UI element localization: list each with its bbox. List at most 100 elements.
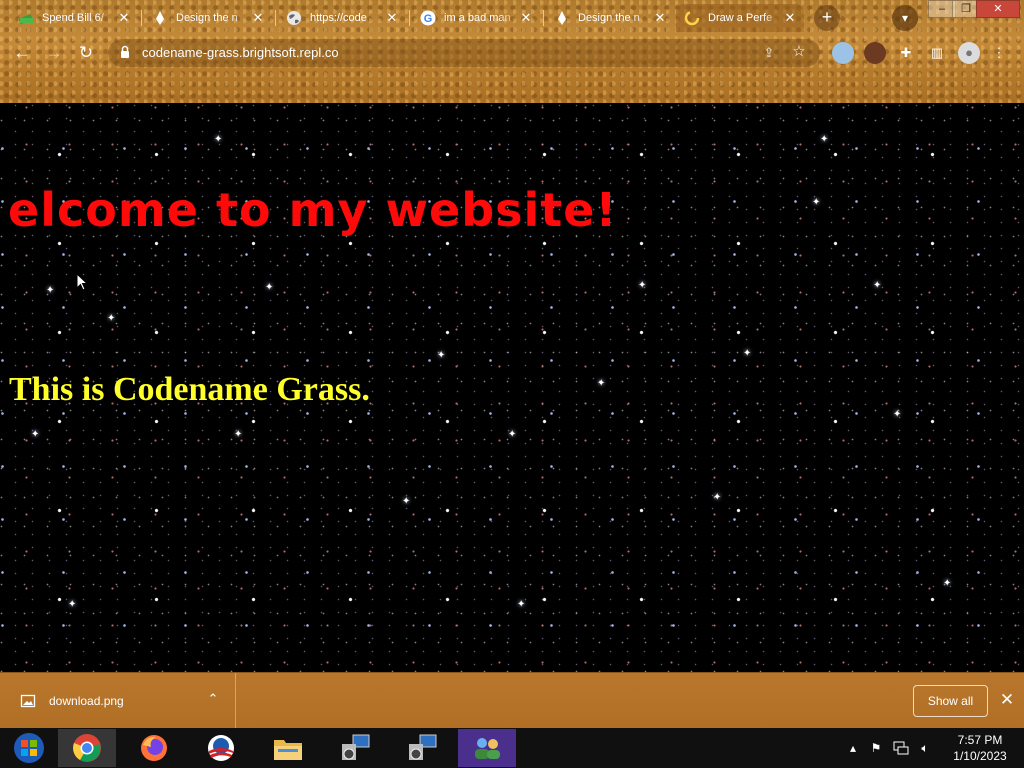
forward-arrow-icon[interactable]: → (41, 40, 67, 66)
lock-icon (118, 45, 132, 59)
taskbar: ▴ ⚑ 🔈︎ 7:57 PM 1/10/2023 (0, 728, 1024, 768)
star-sparkle: ✦ (46, 285, 55, 296)
chrome-taskbar-button[interactable] (58, 729, 116, 767)
star-sparkle: ✦ (31, 429, 40, 440)
tab-title: Design the n (578, 12, 640, 24)
mouse-cursor-icon (76, 273, 88, 291)
tab-search-button[interactable]: ▾ (892, 5, 918, 31)
google-icon: G (420, 10, 436, 26)
share-icon[interactable]: ⇪ (760, 44, 778, 62)
money-stack-icon (18, 10, 34, 26)
back-arrow-icon[interactable]: ← (9, 40, 35, 66)
star-sparkle: ✦ (893, 409, 902, 420)
clock-date: 1/10/2023 (953, 749, 1007, 763)
welcome-heading: elcome to my website! (8, 183, 618, 237)
start-orb-icon (14, 733, 44, 763)
reload-icon[interactable]: ↻ (73, 40, 99, 66)
tab-1[interactable]: Spend Bill 6/ ✕ (10, 4, 138, 32)
network-setup-button[interactable] (326, 729, 384, 767)
address-bar[interactable]: codename-grass.brightsoft.repl.co ⇪ ☆ (108, 39, 820, 67)
svg-text:G: G (424, 13, 433, 25)
star-sparkle: ✦ (638, 280, 647, 291)
close-shelf-icon[interactable]: ✕ (996, 689, 1018, 711)
network-setup-icon-2 (409, 734, 437, 760)
star-sparkle: ✦ (214, 134, 223, 145)
star-sparkle: ✦ (743, 348, 752, 359)
start-button[interactable] (0, 729, 58, 767)
star-sparkle: ✦ (68, 599, 77, 610)
network-setup-icon (342, 734, 370, 760)
firefox-taskbar-button[interactable] (125, 729, 183, 767)
tab-separator (141, 10, 142, 26)
chrome-icon (73, 734, 101, 762)
chevron-up-icon[interactable]: ⌃ (204, 691, 222, 707)
file-explorer-icon (274, 740, 302, 760)
star-sparkle: ✦ (943, 578, 952, 589)
url-text: codename-grass.brightsoft.repl.co (142, 45, 339, 60)
download-shelf: download.png ⌃ Show all ✕ (0, 672, 1024, 729)
star-sparkle: ✦ (107, 313, 116, 324)
file-explorer-button[interactable] (259, 729, 317, 767)
star-sparkle: ✦ (713, 492, 722, 503)
star-sparkle: ✦ (234, 429, 243, 440)
download-item[interactable]: download.png ⌃ (0, 673, 236, 729)
tray-expand-icon[interactable]: ▴ (846, 728, 860, 768)
tab-3[interactable]: https://code ✕ (278, 4, 406, 32)
web-page: ✦ ✦ ✦ ✦ ✦ ✦ ✦ ✦ ✦ ✦ ✦ ✦ ✦ ✦ ✦ ✦ ✦ ✦ ✦ ✦ … (0, 103, 1024, 672)
download-filename: download.png (49, 694, 124, 708)
tab-2[interactable]: Design the n ✕ (144, 4, 272, 32)
side-panel-icon[interactable]: ▥ (926, 42, 948, 64)
close-tab-icon[interactable]: ✕ (116, 10, 132, 26)
users-app-button[interactable] (458, 729, 516, 767)
tab-separator (409, 10, 410, 26)
firefox-icon (141, 735, 167, 761)
browser-toolbar: ← → ↻ codename-grass.brightsoft.repl.co … (0, 36, 1024, 70)
tab-title: https://code (310, 12, 367, 24)
close-tab-icon[interactable]: ✕ (384, 10, 400, 26)
close-tab-icon[interactable]: ✕ (518, 10, 534, 26)
site-subheading: This is Codename Grass. (9, 371, 370, 408)
extensions-puzzle-icon[interactable]: ✚ (895, 42, 917, 64)
window-close-button[interactable]: ✕ (976, 0, 1020, 18)
star-sparkle: ✦ (597, 378, 606, 389)
bookmark-star-icon[interactable]: ☆ (790, 43, 808, 61)
close-tab-icon[interactable]: ✕ (250, 10, 266, 26)
star-sparkle: ✦ (437, 350, 446, 361)
obama-logo-icon (208, 735, 234, 761)
tab-title: Spend Bill 6/ (42, 12, 104, 24)
action-center-flag-icon[interactable]: ⚑ (866, 728, 886, 768)
show-all-button[interactable]: Show all (913, 685, 988, 717)
network-setup-button-2[interactable] (393, 729, 451, 767)
clock-time: 7:57 PM (957, 733, 1003, 747)
profile-icon[interactable]: ● (958, 42, 980, 64)
pen-nib-icon (152, 10, 168, 26)
tab-5[interactable]: Design the n ✕ (546, 4, 674, 32)
extension-avatar-icon[interactable] (864, 42, 886, 64)
tab-4[interactable]: G im a bad man ✕ (412, 4, 540, 32)
tab-title: im a bad man (444, 12, 511, 24)
obama-app-button[interactable] (192, 729, 250, 767)
tab-6-active[interactable]: Draw a Perfe ✕ (676, 4, 804, 32)
loading-spinner-icon (684, 10, 700, 26)
star-sparkle: ✦ (812, 197, 821, 208)
close-tab-icon[interactable]: ✕ (652, 10, 668, 26)
tab-separator (543, 10, 544, 26)
extension-flag-icon[interactable] (832, 42, 854, 64)
menu-dots-icon[interactable]: ⋮ (992, 42, 1006, 64)
close-tab-icon[interactable]: ✕ (782, 10, 798, 26)
network-tray-icon[interactable] (890, 728, 912, 768)
tab-title: Draw a Perfe (708, 12, 773, 24)
users-icon (475, 738, 500, 759)
system-clock[interactable]: 7:57 PM 1/10/2023 (940, 732, 1020, 764)
pen-nib-icon (554, 10, 570, 26)
image-file-icon (20, 694, 36, 708)
star-sparkle: ✦ (402, 496, 411, 507)
globe-icon (286, 10, 302, 26)
browser-chrome: Spend Bill 6/ ✕ Design the n ✕ https://c… (0, 0, 1024, 103)
star-sparkle: ✦ (517, 599, 526, 610)
new-tab-button[interactable]: + (814, 5, 840, 31)
star-sparkle: ✦ (873, 280, 882, 291)
star-sparkle: ✦ (265, 282, 274, 293)
tab-separator (275, 10, 276, 26)
volume-icon[interactable]: 🔈︎ (914, 728, 936, 768)
